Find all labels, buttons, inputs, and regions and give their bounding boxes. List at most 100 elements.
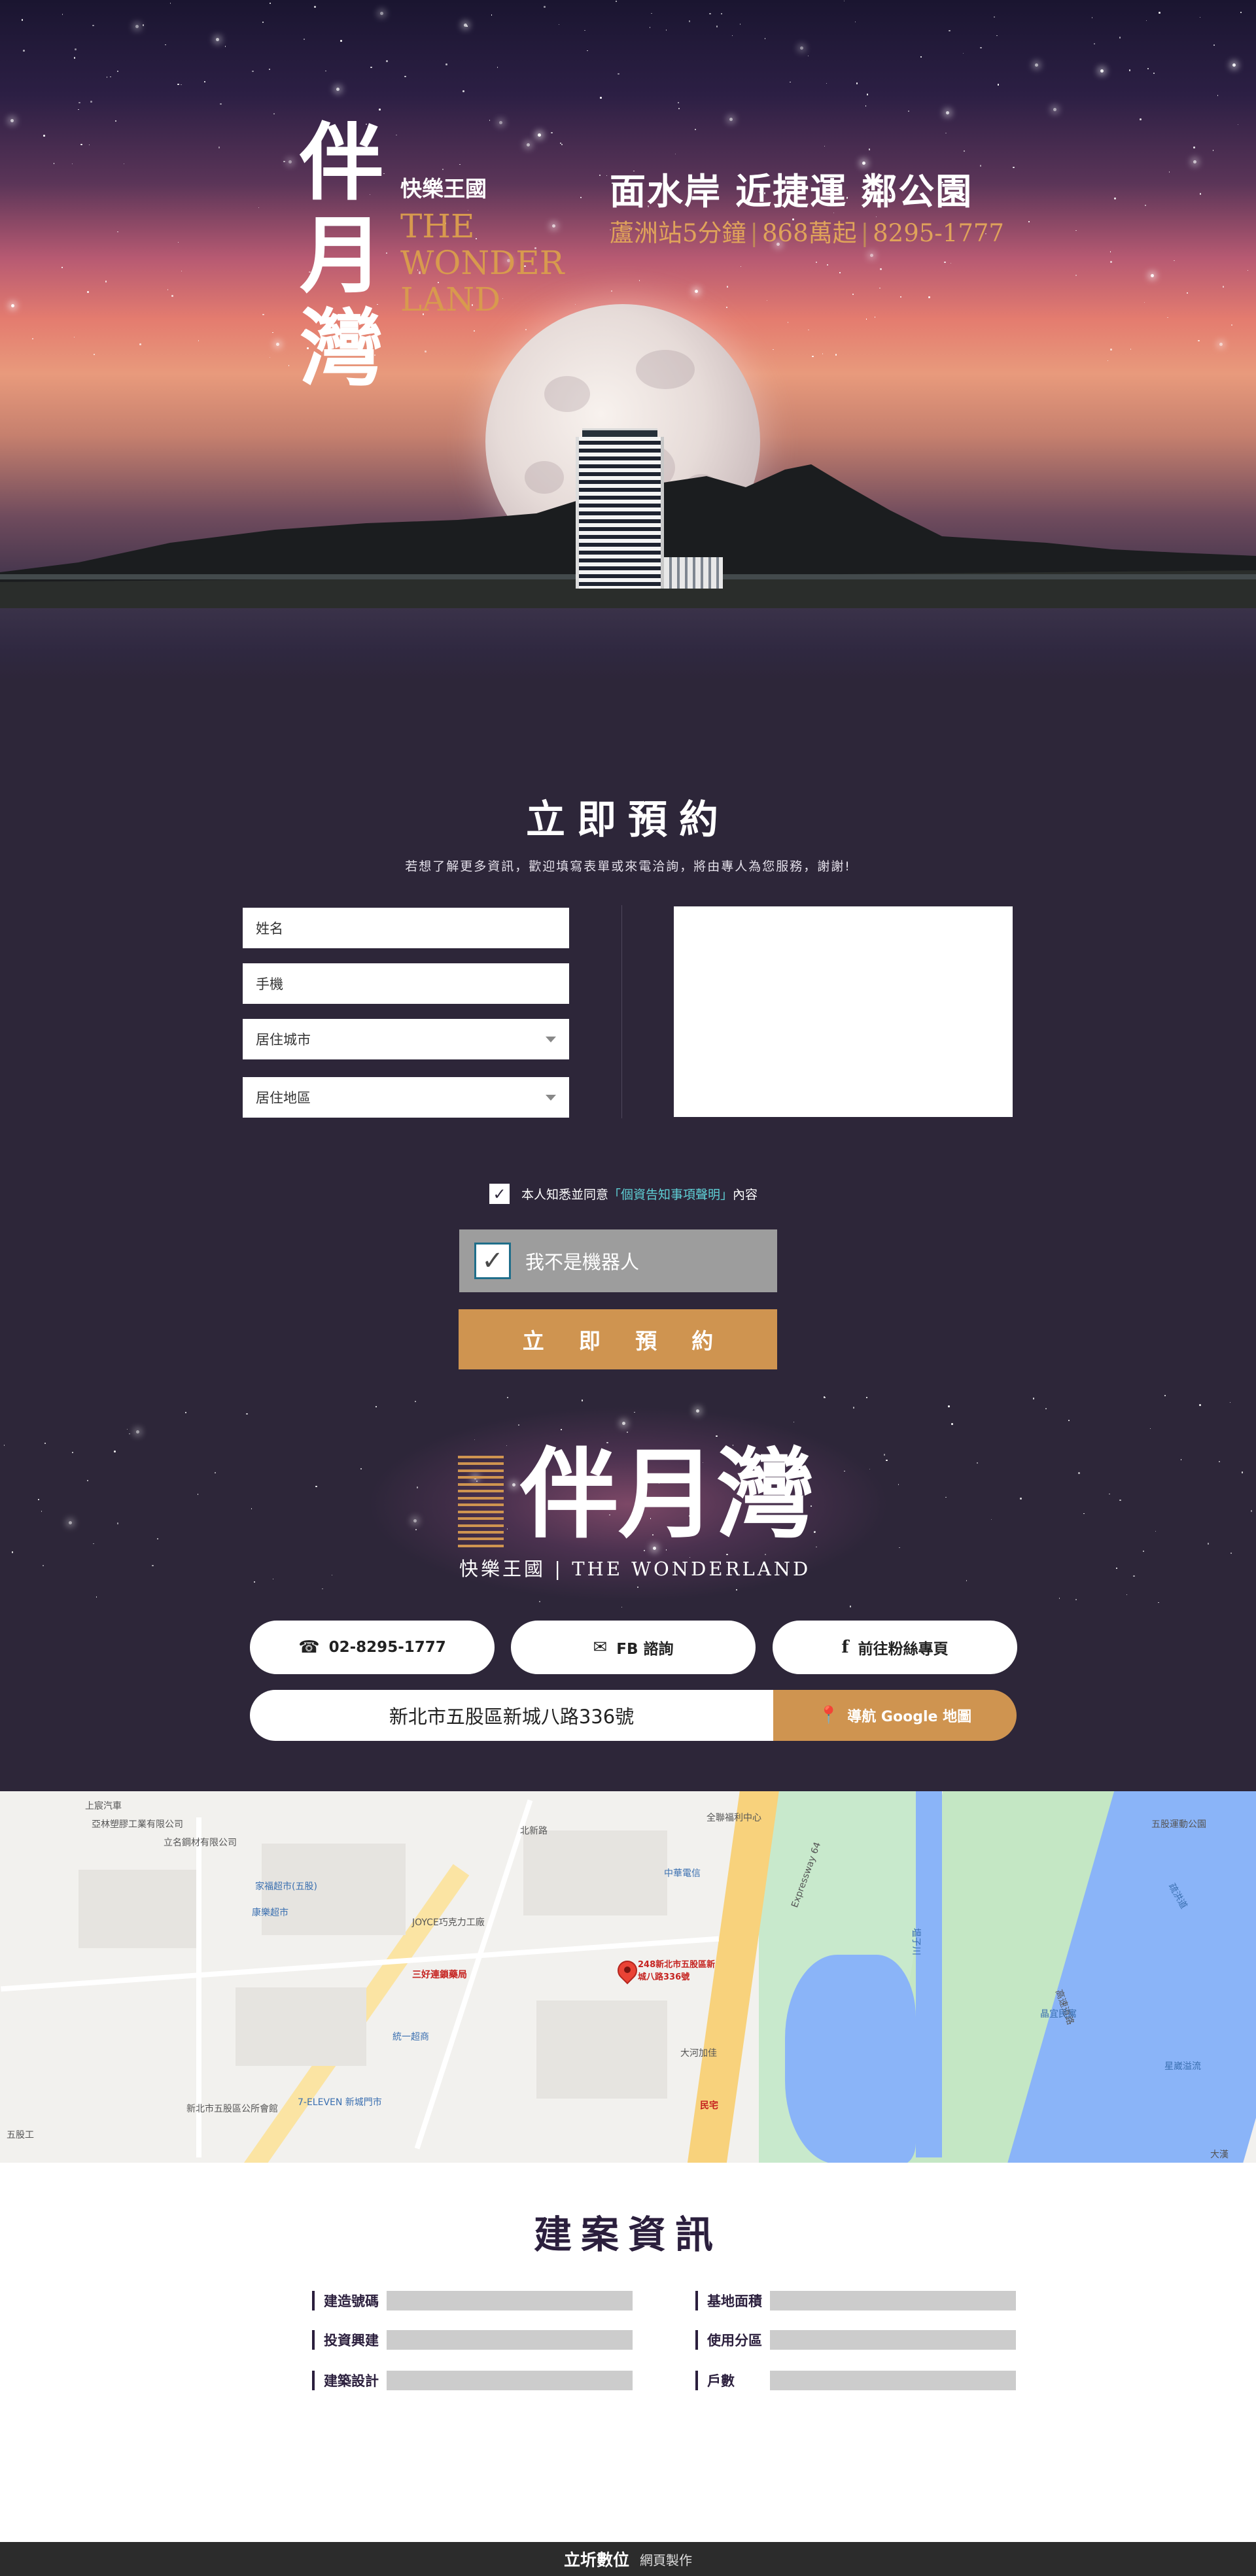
map-label: 五股運動公園 bbox=[1151, 1819, 1206, 1830]
phone-icon: ☎ bbox=[298, 1638, 320, 1657]
map-block bbox=[236, 1987, 366, 2066]
pond bbox=[785, 1955, 916, 2163]
hero-slogan: 面水岸 近捷運 鄰公園 bbox=[610, 170, 973, 213]
district-select[interactable]: 居住地區 bbox=[243, 1077, 569, 1118]
agree-prefix: 本人知悉並同意 bbox=[521, 1188, 609, 1202]
star-dot bbox=[949, 29, 951, 32]
name-field[interactable]: 姓名 bbox=[243, 908, 569, 948]
info-key: 使用分區 bbox=[707, 2332, 762, 2348]
star-dot bbox=[800, 46, 804, 50]
star-dot bbox=[907, 110, 910, 112]
map-label: 五股工 bbox=[7, 2130, 34, 2140]
star-dot bbox=[980, 46, 982, 49]
creek bbox=[916, 1791, 942, 2157]
star-dot bbox=[1114, 197, 1116, 199]
star-dot bbox=[272, 332, 273, 334]
star-dot bbox=[275, 342, 279, 346]
contact-logo-sub: 快樂王國 | THE WONDERLAND bbox=[459, 1558, 811, 1580]
star-dot bbox=[928, 296, 930, 298]
star-dot bbox=[822, 353, 824, 354]
recaptcha-checkbox[interactable]: ✓ bbox=[474, 1243, 511, 1279]
star-dot bbox=[288, 160, 292, 164]
star-dot bbox=[10, 303, 14, 307]
star-dot bbox=[73, 57, 76, 59]
star-dot bbox=[537, 133, 541, 137]
star-dot bbox=[1109, 1493, 1110, 1495]
star-dot bbox=[1231, 324, 1232, 326]
star-dot bbox=[1075, 1598, 1077, 1601]
info-key: 投資興建 bbox=[324, 2332, 379, 2348]
star-dot bbox=[269, 356, 271, 358]
star-dot bbox=[879, 287, 881, 289]
star-dot bbox=[611, 290, 612, 292]
star-dot bbox=[270, 3, 271, 4]
fan-page-button[interactable]: f 前往粉絲專頁 bbox=[773, 1621, 1017, 1674]
star-dot bbox=[78, 109, 79, 111]
star-dot bbox=[587, 50, 588, 52]
star-dot bbox=[152, 1564, 154, 1567]
privacy-link[interactable]: 「個資告知事項聲明」 bbox=[608, 1185, 733, 1203]
star-dot bbox=[288, 365, 290, 366]
star-dot bbox=[246, 1413, 248, 1415]
star-dot bbox=[1140, 118, 1142, 120]
phone-field[interactable]: 手機 bbox=[243, 963, 569, 1004]
message-textarea[interactable] bbox=[674, 906, 1013, 1117]
star-dot bbox=[1091, 17, 1093, 18]
district-placeholder: 居住地區 bbox=[256, 1090, 311, 1106]
star-dot bbox=[736, 1589, 737, 1590]
star-dot bbox=[71, 163, 73, 165]
star-dot bbox=[883, 1454, 886, 1456]
city-placeholder: 居住城市 bbox=[256, 1032, 311, 1048]
star-dot bbox=[142, 24, 145, 26]
map-pin-icon[interactable] bbox=[613, 1956, 642, 1987]
star-dot bbox=[177, 83, 179, 86]
phone-label: 02-8295-1777 bbox=[328, 1639, 446, 1656]
star-dot bbox=[920, 56, 922, 58]
star-dot bbox=[416, 1486, 419, 1488]
info-value bbox=[387, 2291, 633, 2310]
recaptcha-label: 我不是機器人 bbox=[525, 1251, 640, 1273]
phone-button[interactable]: ☎ 02-8295-1777 bbox=[250, 1621, 495, 1674]
footer-brand[interactable]: 立圻數位 bbox=[564, 2547, 629, 2571]
star-dot bbox=[11, 1551, 14, 1553]
privacy-checkbox[interactable]: ✓ bbox=[489, 1184, 510, 1204]
star-dot bbox=[336, 88, 340, 92]
info-row: 投資興建 bbox=[312, 2330, 633, 2350]
star-dot bbox=[665, 29, 667, 31]
star-dot bbox=[993, 16, 996, 18]
star-dot bbox=[1109, 251, 1111, 252]
star-dot bbox=[93, 1543, 94, 1545]
star-dot bbox=[491, 14, 493, 16]
star-dot bbox=[694, 128, 697, 131]
star-dot bbox=[92, 24, 94, 27]
map-label: 大漢 bbox=[1210, 2150, 1229, 2160]
star-dot bbox=[766, 300, 768, 301]
star-dot bbox=[816, 262, 817, 263]
separator: | bbox=[860, 219, 869, 247]
star-dot bbox=[445, 63, 447, 65]
google-map-nav-button[interactable]: 📍 導航 Google 地圖 bbox=[773, 1690, 1017, 1741]
map-label: 統一超商 bbox=[392, 2032, 429, 2042]
star-dot bbox=[839, 272, 841, 273]
star-dot bbox=[507, 1397, 508, 1398]
star-dot bbox=[252, 70, 254, 73]
star-dot bbox=[1143, 301, 1145, 303]
city-select[interactable]: 居住城市 bbox=[243, 1019, 569, 1059]
star-dot bbox=[674, 153, 676, 155]
phone-placeholder: 手機 bbox=[256, 976, 283, 992]
star-dot bbox=[544, 6, 546, 8]
star-dot bbox=[790, 81, 791, 83]
map-label: 三好連鎖藥局 bbox=[412, 1970, 467, 1980]
star-dot bbox=[181, 84, 182, 86]
star-dot bbox=[215, 1472, 216, 1473]
star-dot bbox=[61, 14, 63, 15]
star-dot bbox=[716, 26, 718, 27]
submit-button[interactable]: 立 即 預 約 bbox=[459, 1309, 777, 1369]
star-dot bbox=[1045, 1408, 1047, 1409]
star-dot bbox=[1207, 1543, 1210, 1545]
star-dot bbox=[725, 306, 728, 309]
star-dot bbox=[1213, 44, 1215, 46]
fb-chat-button[interactable]: ✉ FB 諮詢 bbox=[511, 1621, 756, 1674]
star-dot bbox=[268, 68, 271, 71]
star-dot bbox=[87, 291, 89, 293]
